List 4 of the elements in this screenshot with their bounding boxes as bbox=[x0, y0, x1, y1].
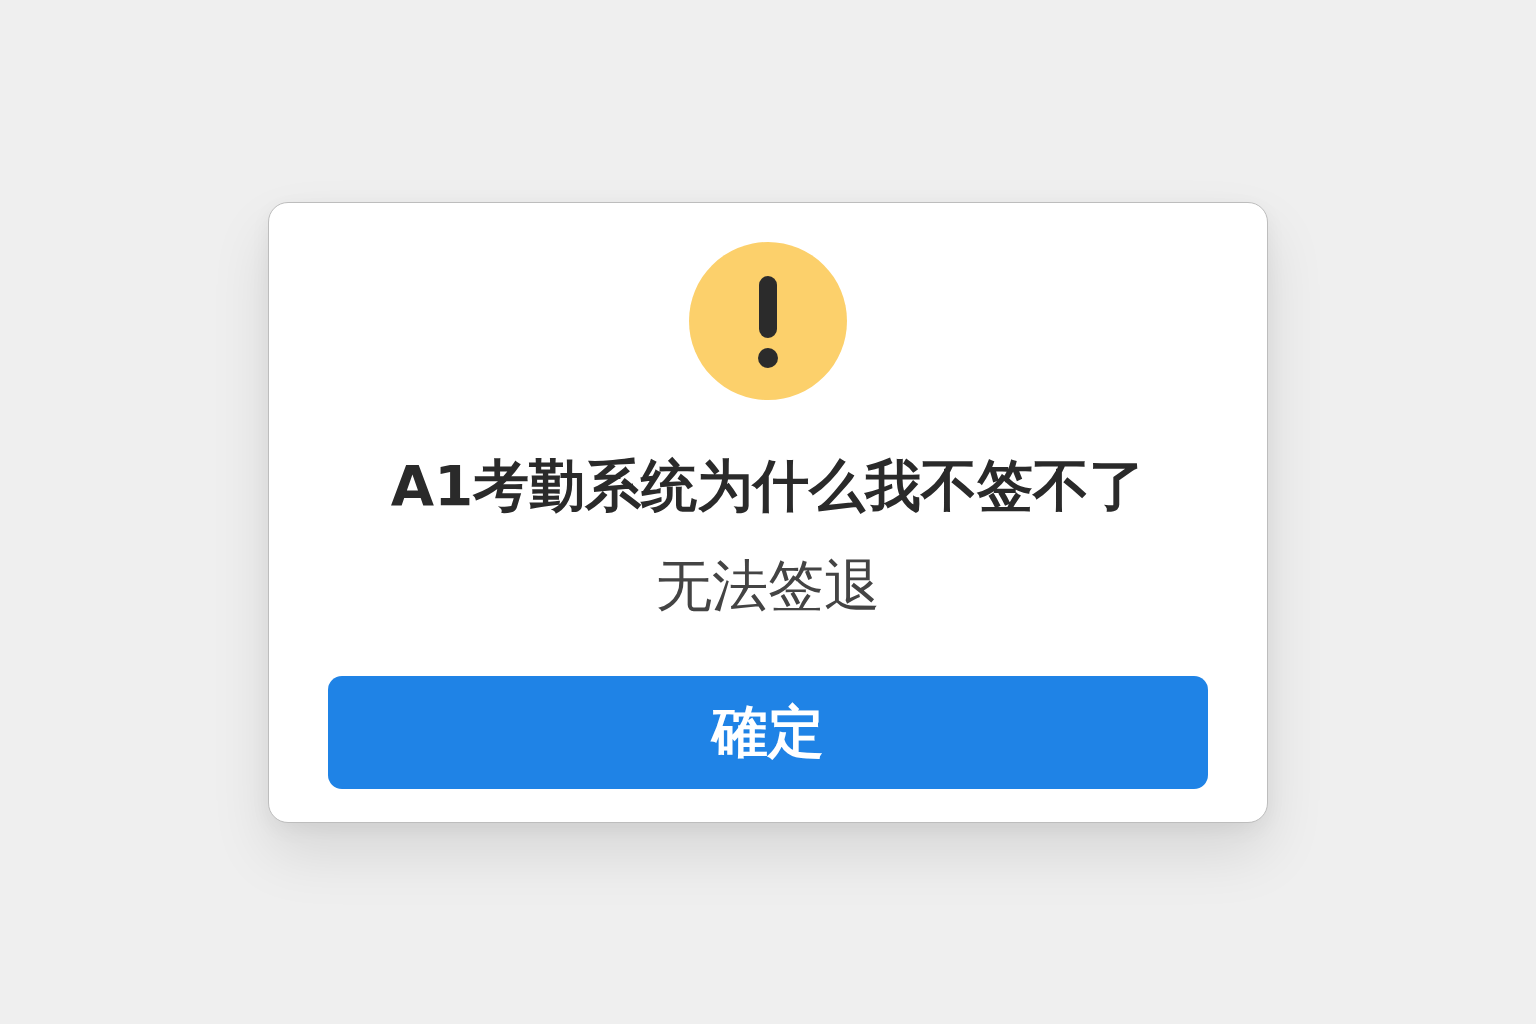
warning-icon bbox=[689, 242, 847, 400]
dialog-message: 无法签退 bbox=[656, 552, 880, 620]
confirm-button[interactable]: 確定 bbox=[328, 676, 1208, 789]
dialog-title: A1考勤系统为什么我不签不了 bbox=[390, 452, 1146, 520]
